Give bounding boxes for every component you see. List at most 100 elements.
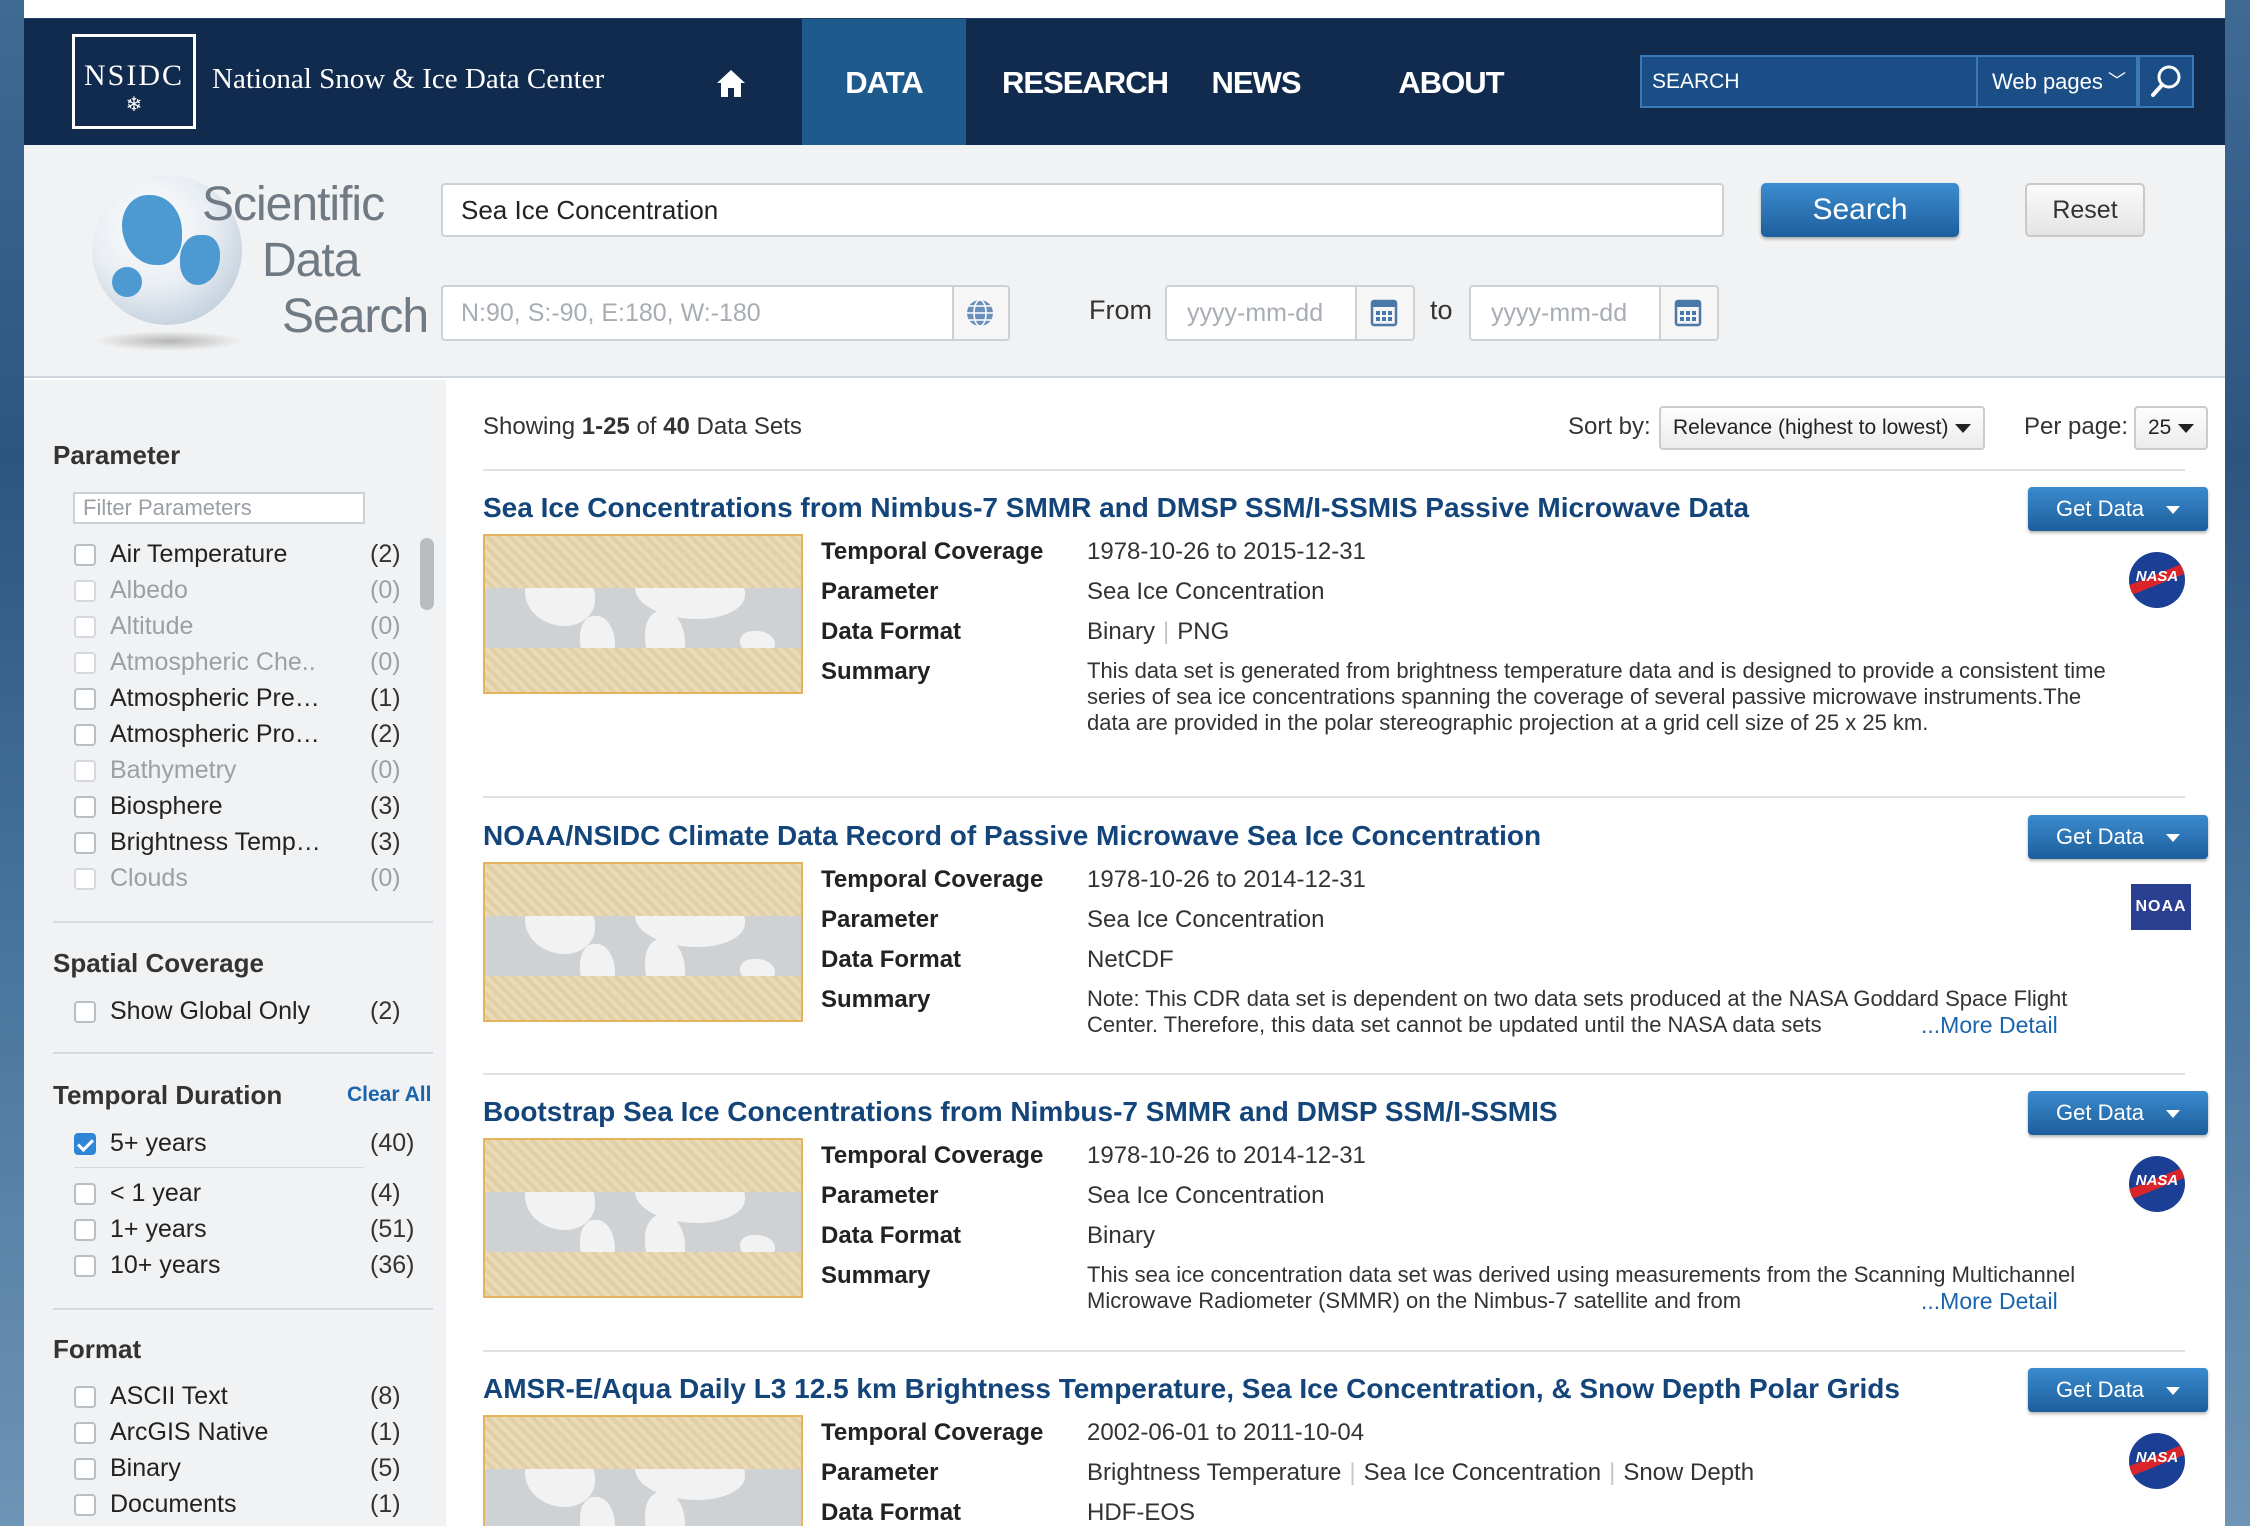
result-thumbnail-map[interactable] [483, 1138, 803, 1298]
get-data-button[interactable]: Get Data [2028, 1368, 2208, 1412]
checkbox[interactable] [74, 544, 96, 566]
checkbox-checked[interactable] [74, 1133, 96, 1155]
checkbox[interactable] [74, 1422, 96, 1444]
facet-title-temporal: Temporal Duration [53, 1080, 283, 1110]
facet-count: (3) [370, 792, 401, 820]
map-picker-button[interactable] [954, 285, 1010, 341]
facet-item-air-temperature[interactable]: Air Temperature (2) [74, 538, 424, 570]
facet-item-documents[interactable]: Documents (1) [74, 1488, 424, 1520]
facet-item-binary[interactable]: Binary (5) [74, 1452, 424, 1484]
parameter-chip[interactable]: Sea Ice Concentration [1364, 1459, 1601, 1486]
nav-about[interactable]: ABOUT [1396, 19, 1506, 146]
divider [483, 796, 2185, 798]
result-title-link[interactable]: NOAA/NSIDC Climate Data Record of Passiv… [483, 820, 1541, 852]
magnifier-icon [2151, 65, 2181, 97]
facet-label: Altitude [110, 612, 194, 640]
result-thumbnail-map[interactable] [483, 1415, 803, 1526]
facet-title-format: Format [53, 1334, 142, 1364]
checkbox[interactable] [74, 1494, 96, 1516]
facet-item-biosphere[interactable]: Biosphere (3) [74, 790, 424, 822]
nasa-logo-icon[interactable]: NASA [2129, 1433, 2185, 1489]
facet-label: Atmospheric Pre… [110, 684, 320, 712]
checkbox[interactable] [74, 1255, 96, 1277]
per-page-select[interactable]: 25 [2134, 406, 2208, 450]
filter-parameters-input[interactable]: Filter Parameters [73, 492, 365, 524]
spatial-bounds-input[interactable]: N:90, S:-90, E:180, W:-180 [441, 285, 954, 341]
checkbox[interactable] [74, 1458, 96, 1480]
format-chip[interactable]: Binary [1087, 1222, 1155, 1249]
checkbox [74, 616, 96, 638]
org-name[interactable]: National Snow & Ice Data Center [212, 63, 604, 96]
format-chip[interactable]: HDF-EOS [1087, 1499, 1195, 1526]
facet-label: Biosphere [110, 792, 223, 820]
facet-item-5-plus-years[interactable]: 5+ years (40) [74, 1127, 424, 1159]
result-thumbnail-map[interactable] [483, 862, 803, 1022]
get-data-button[interactable]: Get Data [2028, 487, 2208, 531]
keyword-search-input[interactable]: Sea Ice Concentration [441, 183, 1724, 237]
facet-item-1-plus-years[interactable]: 1+ years (51) [74, 1213, 424, 1245]
sort-select[interactable]: Relevance (highest to lowest) [1659, 406, 1985, 450]
data-format-label: Data Format [821, 946, 962, 973]
site-search-button[interactable] [2138, 55, 2194, 108]
checkbox[interactable] [74, 1183, 96, 1205]
divider [483, 469, 2185, 471]
checkbox[interactable] [74, 724, 96, 746]
get-data-button[interactable]: Get Data [2028, 815, 2208, 859]
checkbox[interactable] [74, 1386, 96, 1408]
facet-label: 10+ years [110, 1251, 221, 1279]
showing-total: 40 [663, 413, 690, 440]
search-scope-select[interactable]: Web pages ﹀ [1976, 55, 2138, 108]
format-chip[interactable]: NetCDF [1087, 946, 1174, 973]
facet-count: (36) [370, 1251, 415, 1279]
facet-item-ascii-text[interactable]: ASCII Text (8) [74, 1380, 424, 1412]
end-date-input[interactable]: yyyy-mm-dd [1469, 285, 1661, 341]
logo-abbr: NSIDC [83, 59, 184, 92]
result-title-link[interactable]: AMSR-E/Aqua Daily L3 12.5 km Brightness … [483, 1373, 1900, 1405]
app-title-line-3: Search [282, 290, 429, 343]
noaa-logo-icon[interactable]: NOAA [2131, 884, 2191, 930]
nav-data[interactable]: DATA [802, 19, 966, 146]
checkbox[interactable] [74, 796, 96, 818]
end-date-picker-button[interactable] [1661, 285, 1719, 341]
facet-item-brightness-temperature[interactable]: Brightness Temp… (3) [74, 826, 424, 858]
more-detail-link[interactable]: ...More Detail [1913, 1012, 2058, 1039]
nsidc-logo[interactable]: NSIDC ❄ [72, 34, 196, 129]
clear-all-link[interactable]: Clear All [347, 1083, 431, 1107]
parameter-chip[interactable]: Sea Ice Concentration [1087, 1182, 1324, 1209]
checkbox[interactable] [74, 832, 96, 854]
start-date-picker-button[interactable] [1357, 285, 1415, 341]
checkbox[interactable] [74, 1219, 96, 1241]
facet-item-atmospheric-properties[interactable]: Atmospheric Pro… (2) [74, 718, 424, 750]
parameter-chip[interactable]: Snow Depth [1623, 1459, 1754, 1486]
result-title-link[interactable]: Bootstrap Sea Ice Concentrations from Ni… [483, 1096, 1558, 1128]
format-chip[interactable]: Binary [1087, 618, 1155, 645]
result-item: Sea Ice Concentrations from Nimbus-7 SMM… [483, 487, 2223, 782]
result-thumbnail-map[interactable] [483, 534, 803, 694]
facet-item-less-than-1-year[interactable]: < 1 year (4) [74, 1177, 424, 1209]
facet-item-atmospheric-pressure[interactable]: Atmospheric Pre… (1) [74, 682, 424, 714]
home-icon[interactable] [714, 67, 748, 101]
site-search-input[interactable]: SEARCH [1640, 55, 2000, 108]
nasa-logo-icon[interactable]: NASA [2129, 1156, 2185, 1212]
nav-research[interactable]: RESEARCH [1002, 19, 1169, 146]
reset-button[interactable]: Reset [2025, 183, 2145, 237]
result-title-link[interactable]: Sea Ice Concentrations from Nimbus-7 SMM… [483, 492, 1749, 524]
facet-item-arcgis-native[interactable]: ArcGIS Native (1) [74, 1416, 424, 1448]
parameter-chip[interactable]: Sea Ice Concentration [1087, 906, 1324, 933]
result-item: AMSR-E/Aqua Daily L3 12.5 km Brightness … [483, 1368, 2223, 1526]
checkbox[interactable] [74, 1001, 96, 1023]
get-data-button[interactable]: Get Data [2028, 1091, 2208, 1135]
facet-label: Bathymetry [110, 756, 237, 784]
nasa-logo-icon[interactable]: NASA [2129, 552, 2185, 608]
parameter-chip[interactable]: Sea Ice Concentration [1087, 578, 1324, 605]
more-detail-link[interactable]: ...More Detail [1913, 1288, 2058, 1315]
start-date-input[interactable]: yyyy-mm-dd [1165, 285, 1357, 341]
nav-news[interactable]: NEWS [1206, 19, 1306, 146]
parameter-chip[interactable]: Brightness Temperature [1087, 1459, 1341, 1486]
facet-item-show-global-only[interactable]: Show Global Only (2) [74, 995, 424, 1027]
data-format-label: Data Format [821, 1499, 962, 1526]
format-chip[interactable]: PNG [1177, 618, 1229, 645]
search-button[interactable]: Search [1761, 183, 1959, 237]
checkbox[interactable] [74, 688, 96, 710]
facet-item-10-plus-years[interactable]: 10+ years (36) [74, 1249, 424, 1281]
